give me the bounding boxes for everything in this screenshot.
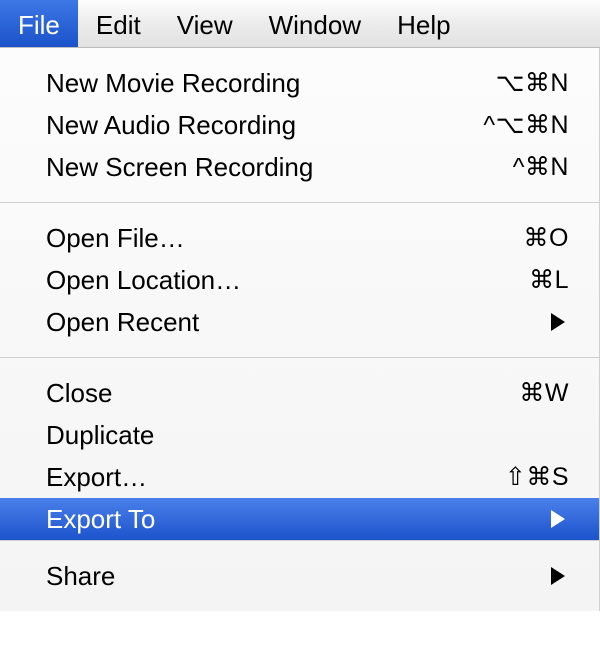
menu-open-location[interactable]: Open Location… ⌘L [0, 259, 599, 301]
menubar-file-label: File [18, 10, 60, 40]
menu-open-location-shortcut: ⌘L [529, 262, 569, 298]
menu-new-screen-recording-label: New Screen Recording [46, 149, 313, 185]
menu-close-label: Close [46, 375, 112, 411]
file-dropdown: New Movie Recording ⌥⌘N New Audio Record… [0, 48, 600, 611]
menu-new-audio-recording-label: New Audio Recording [46, 107, 296, 143]
menu-open-location-label: Open Location… [46, 262, 241, 298]
menu-share-label: Share [46, 558, 115, 594]
menubar-view[interactable]: View [159, 0, 251, 47]
menu-close-shortcut: ⌘W [519, 375, 569, 411]
menu-new-movie-recording[interactable]: New Movie Recording ⌥⌘N [0, 62, 599, 104]
section-share: Share [0, 541, 599, 611]
menu-open-recent[interactable]: Open Recent [0, 301, 599, 343]
section-open: Open File… ⌘O Open Location… ⌘L Open Rec… [0, 203, 599, 357]
menubar-file[interactable]: File [0, 0, 78, 47]
menu-new-audio-recording[interactable]: New Audio Recording ^⌥⌘N [0, 104, 599, 146]
menubar-help-label: Help [397, 10, 450, 40]
menubar: File Edit View Window Help [0, 0, 600, 48]
submenu-arrow-icon [551, 567, 565, 585]
menu-close[interactable]: Close ⌘W [0, 372, 599, 414]
menu-new-screen-recording-shortcut: ^⌘N [513, 149, 569, 185]
menu-export-label: Export… [46, 459, 147, 495]
submenu-arrow-icon [551, 313, 565, 331]
submenu-arrow-icon [551, 510, 565, 528]
menubar-window[interactable]: Window [251, 0, 379, 47]
menubar-view-label: View [177, 10, 233, 40]
menubar-help[interactable]: Help [379, 0, 468, 47]
section-close-export: Close ⌘W Duplicate Export… ⇧⌘S Export To [0, 358, 599, 540]
menubar-edit[interactable]: Edit [78, 0, 159, 47]
menu-new-movie-recording-label: New Movie Recording [46, 65, 300, 101]
menu-duplicate-label: Duplicate [46, 417, 154, 453]
menubar-window-label: Window [269, 10, 361, 40]
menu-export-shortcut: ⇧⌘S [505, 459, 569, 495]
menu-new-screen-recording[interactable]: New Screen Recording ^⌘N [0, 146, 599, 188]
menu-open-file-label: Open File… [46, 220, 185, 256]
menu-new-audio-recording-shortcut: ^⌥⌘N [483, 107, 569, 143]
section-recording: New Movie Recording ⌥⌘N New Audio Record… [0, 48, 599, 202]
menu-export[interactable]: Export… ⇧⌘S [0, 456, 599, 498]
menu-export-to-label: Export To [46, 501, 155, 537]
menubar-edit-label: Edit [96, 10, 141, 40]
menu-open-recent-label: Open Recent [46, 304, 199, 340]
menu-export-to[interactable]: Export To [0, 498, 599, 540]
menu-open-file[interactable]: Open File… ⌘O [0, 217, 599, 259]
menu-share[interactable]: Share [0, 555, 599, 597]
menu-open-file-shortcut: ⌘O [524, 220, 569, 256]
menu-new-movie-recording-shortcut: ⌥⌘N [496, 65, 569, 101]
menu-duplicate[interactable]: Duplicate [0, 414, 599, 456]
